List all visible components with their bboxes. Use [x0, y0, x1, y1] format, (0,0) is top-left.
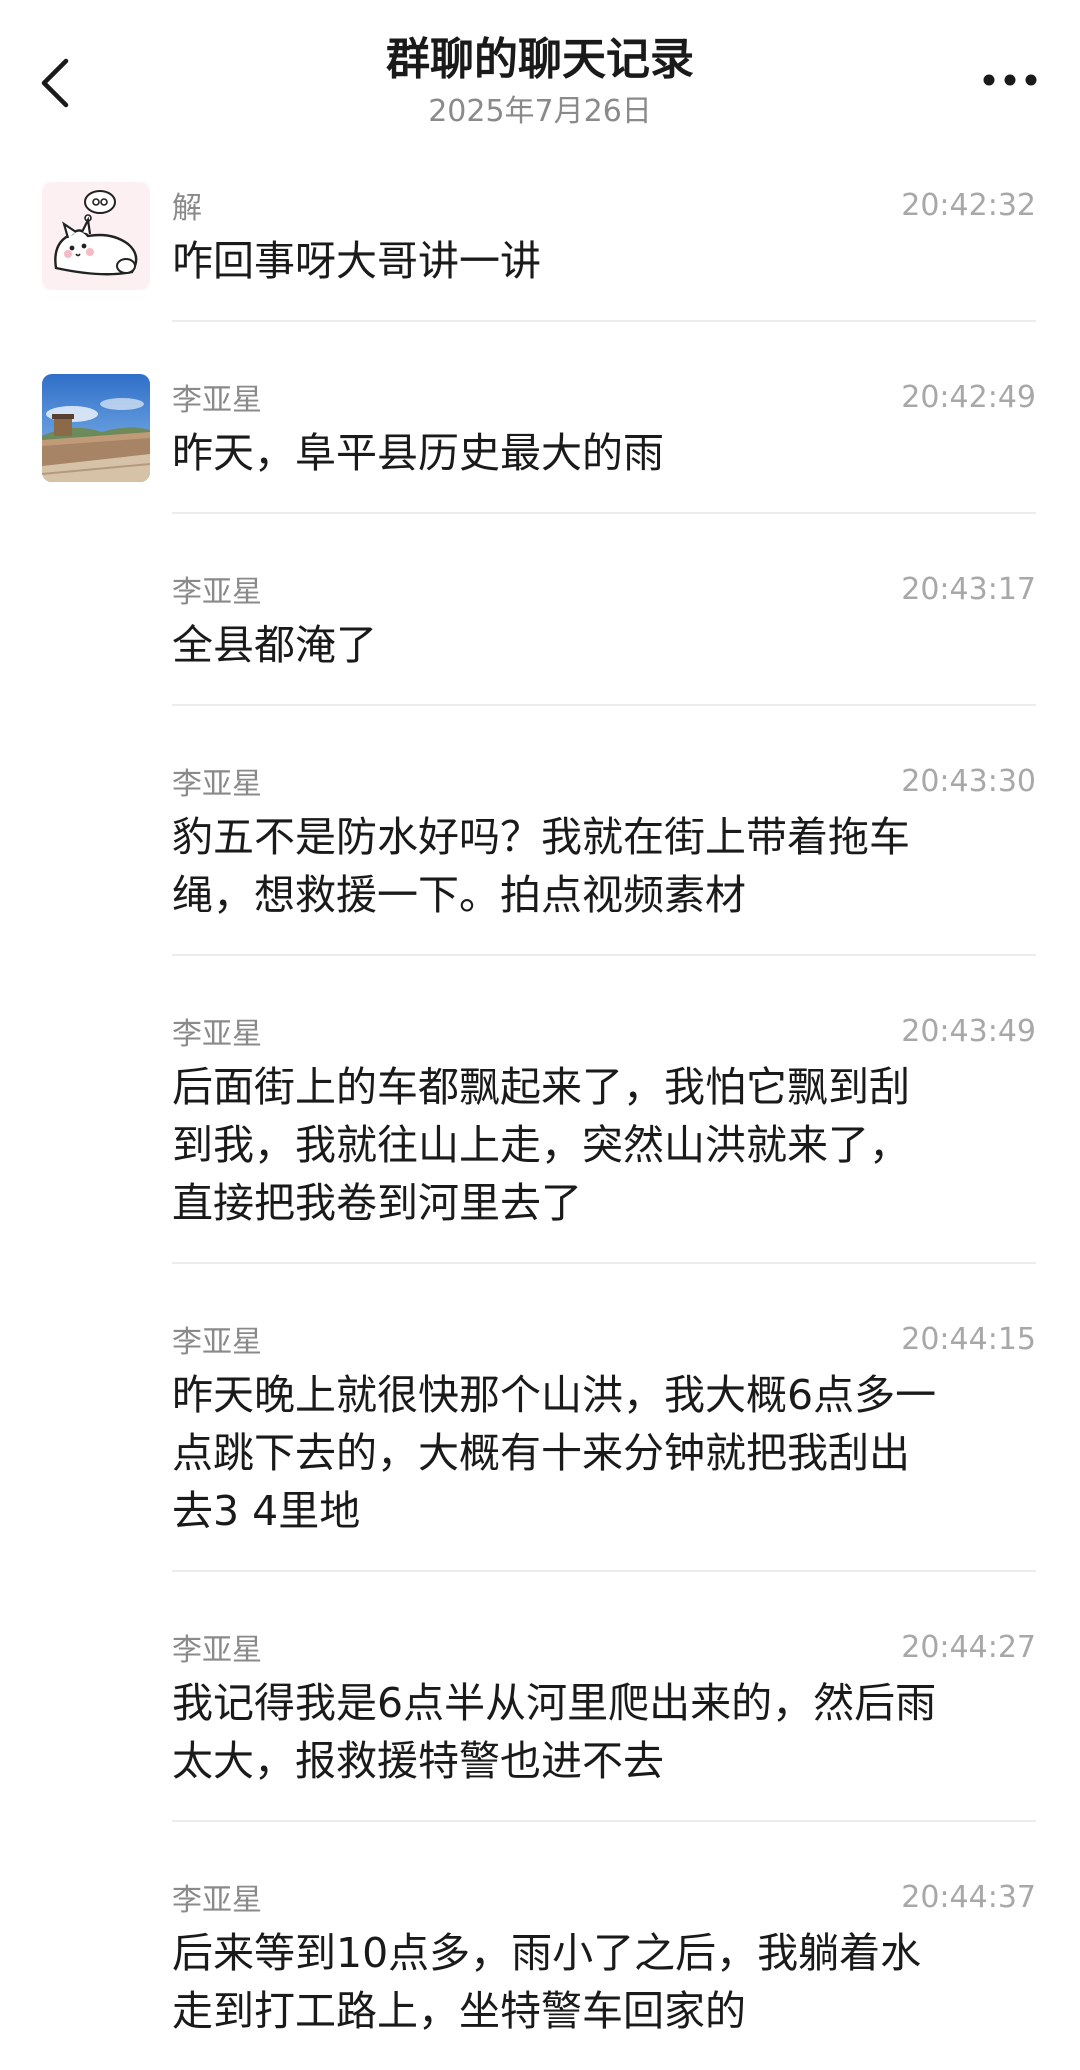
message-text: 豹五不是防水好吗？我就在街上带着拖车 绳，想救援一下。拍点视频素材 — [172, 813, 910, 919]
message-item[interactable]: 李亚星 20:44:15 昨天晚上就很快那个山洪，我大概6点多一 点跳下去的，大… — [0, 1312, 1080, 1620]
message-text: 全县都淹了 — [172, 621, 377, 669]
avatar[interactable] — [42, 182, 150, 290]
message-time: 20:42:49 — [901, 379, 1036, 415]
message-item[interactable]: 李亚星 20:43:49 后面街上的车都飘起来了，我怕它飘到刮 到我，我就往山上… — [0, 1004, 1080, 1312]
message-list: 解 20:42:32 咋回事呀大哥讲一讲 李亚星 20:42:49 昨天，阜平县… — [0, 178, 1080, 2070]
cartoon-cat-icon — [42, 182, 150, 290]
sender-name: 李亚星 — [172, 1883, 262, 1918]
sender-name: 李亚星 — [172, 575, 262, 610]
sender-name: 解 — [172, 191, 202, 226]
message-item[interactable]: 李亚星 20:44:37 后来等到10点多，雨小了之后，我躺着水 走到打工路上，… — [0, 1870, 1080, 2070]
message-text: 咋回事呀大哥讲一讲 — [172, 237, 541, 285]
great-wall-photo-icon — [42, 374, 150, 482]
more-horizontal-icon — [983, 74, 1037, 86]
message-text: 我记得我是6点半从河里爬出来的，然后雨 太大，报救援特警也进不去 — [172, 1679, 937, 1785]
page-date: 2025年7月26日 — [428, 94, 652, 129]
message-text: 后面街上的车都飘起来了，我怕它飘到刮 到我，我就往山上走，突然山洪就来了， 直接… — [172, 1063, 910, 1227]
message-text: 昨天晚上就很快那个山洪，我大概6点多一 点跳下去的，大概有十来分钟就把我刮出 去… — [172, 1371, 937, 1535]
message-item[interactable]: 李亚星 20:43:17 全县都淹了 — [0, 562, 1080, 754]
message-item[interactable]: 解 20:42:32 咋回事呀大哥讲一讲 — [0, 178, 1080, 370]
sender-name: 李亚星 — [172, 1633, 262, 1668]
sender-name: 李亚星 — [172, 1017, 262, 1052]
message-time: 20:44:27 — [901, 1629, 1036, 1665]
message-time: 20:44:15 — [901, 1321, 1036, 1357]
message-time: 20:43:17 — [901, 571, 1036, 607]
message-text: 昨天，阜平县历史最大的雨 — [172, 429, 664, 477]
message-text: 后来等到10点多，雨小了之后，我躺着水 走到打工路上，坐特警车回家的 — [172, 1929, 922, 2035]
sender-name: 李亚星 — [172, 767, 262, 802]
message-item[interactable]: 李亚星 20:44:27 我记得我是6点半从河里爬出来的，然后雨 太大，报救援特… — [0, 1620, 1080, 1870]
message-item[interactable]: 李亚星 20:43:30 豹五不是防水好吗？我就在街上带着拖车 绳，想救援一下。… — [0, 754, 1080, 1004]
message-item[interactable]: 李亚星 20:42:49 昨天，阜平县历史最大的雨 — [0, 370, 1080, 562]
message-time: 20:43:49 — [901, 1013, 1036, 1049]
page-title: 群聊的聊天记录 — [386, 34, 694, 85]
header-bar: 群聊的聊天记录 2025年7月26日 — [0, 0, 1080, 160]
message-time: 20:43:30 — [901, 763, 1036, 799]
sender-name: 李亚星 — [172, 383, 262, 418]
more-button[interactable] — [970, 50, 1050, 110]
message-time: 20:44:37 — [901, 1879, 1036, 1915]
avatar[interactable] — [42, 374, 150, 482]
sender-name: 李亚星 — [172, 1325, 262, 1360]
message-time: 20:42:32 — [901, 187, 1036, 223]
